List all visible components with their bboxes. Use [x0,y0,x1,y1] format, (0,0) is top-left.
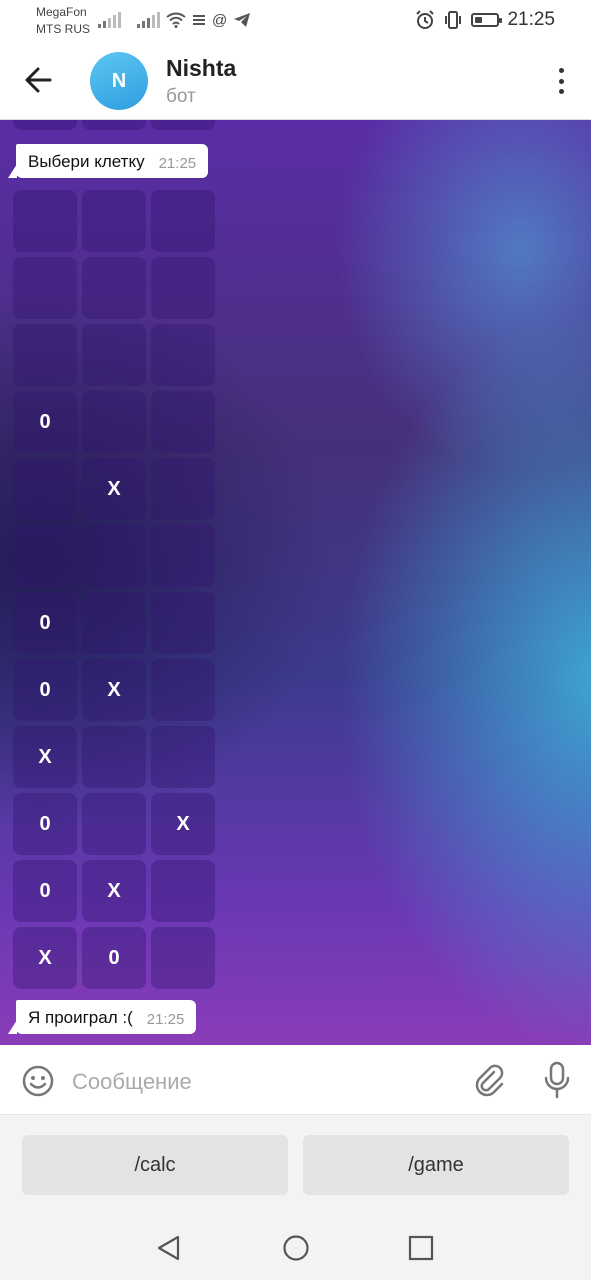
board-cell[interactable] [151,190,215,252]
calc-command-button[interactable]: /calc [22,1135,288,1195]
signal-icon [137,12,160,28]
battery-icon [471,13,503,27]
board-cell[interactable]: X [13,927,77,989]
signal-icon [98,12,121,28]
board-cell[interactable]: 0 [13,659,77,721]
inline-keyboard-board: 0X00XX0X0XX0 [13,190,215,989]
back-arrow-icon[interactable] [20,62,56,98]
nav-back-icon[interactable] [154,1233,184,1263]
chat-header: N Nishta бот [0,40,591,120]
wifi-icon [166,12,186,28]
chat-subtitle: бот [166,86,196,107]
board-cell[interactable] [151,391,215,453]
board-cell[interactable]: 0 [13,391,77,453]
board-cell[interactable]: X [82,458,146,520]
avatar-letter: N [111,69,127,92]
status-time: 21:25 [507,9,555,30]
chat-title[interactable]: Nishta [166,55,236,82]
board-cell[interactable]: X [151,793,215,855]
status-icons-left: @ [98,10,251,30]
board-cell[interactable] [13,190,77,252]
message-input[interactable] [70,1063,454,1101]
board-cell[interactable]: X [82,860,146,922]
board-cell[interactable]: 0 [13,592,77,654]
message-text: Выбери клетку [28,152,145,171]
board-cell[interactable]: 0 [13,860,77,922]
game-command-button[interactable]: /game [303,1135,569,1195]
carrier-2: MTS RUS [36,22,90,36]
message-text: Я проиграл :( [28,1008,133,1027]
board-cell[interactable] [151,257,215,319]
at-icon: @ [212,11,228,29]
carrier-1: MegaFon [36,5,87,19]
system-navigation-bar [0,1215,591,1280]
chat-area[interactable]: Выбери клетку 21:25 0X00XX0X0XX0 Я проиг… [0,120,591,1045]
prev-board-partial [13,120,215,130]
bot-reply-keyboard: /calc /game [0,1115,591,1215]
board-cell[interactable] [13,324,77,386]
board-cell[interactable] [151,860,215,922]
board-cell[interactable] [151,120,215,130]
message-time: 21:25 [158,155,197,172]
message-composer [0,1045,591,1115]
alarm-icon [416,10,435,29]
board-cell[interactable] [82,324,146,386]
board-cell[interactable] [82,793,146,855]
board-cell[interactable] [13,525,77,587]
board-cell[interactable]: X [82,659,146,721]
board-cell[interactable] [82,257,146,319]
board-cell[interactable] [82,525,146,587]
board-cell[interactable] [13,458,77,520]
board-cell[interactable] [13,257,77,319]
board-cell[interactable]: 0 [82,927,146,989]
telegram-icon [234,13,251,27]
status-bar: MegaFon MTS RUS @ 21:25 [0,0,591,40]
vibrate-icon [445,11,462,29]
board-cell[interactable] [82,120,146,130]
board-cell[interactable] [82,592,146,654]
board-cell[interactable] [151,659,215,721]
board-cell[interactable] [82,391,146,453]
board-cell[interactable] [151,927,215,989]
board-cell[interactable] [82,190,146,252]
board-cell[interactable] [151,726,215,788]
board-cell[interactable] [151,592,215,654]
carrier-names: MegaFon MTS RUS [36,4,90,38]
board-cell[interactable] [151,324,215,386]
board-cell[interactable]: 0 [13,793,77,855]
board-cell[interactable] [151,458,215,520]
message-bubble: Я проиграл :( 21:25 [7,1000,197,1034]
board-cell[interactable]: X [13,726,77,788]
nav-home-icon[interactable] [281,1233,311,1263]
status-icons-right: 21:25 [415,9,555,31]
more-menu-icon[interactable] [557,68,565,94]
board-cell[interactable] [151,525,215,587]
microphone-icon[interactable] [542,1061,572,1099]
menu-lines-icon [193,15,205,25]
message-bubble: Выбери клетку 21:25 [7,144,209,178]
emoji-icon[interactable] [22,1065,54,1097]
board-cell[interactable] [82,726,146,788]
avatar[interactable]: N [90,52,148,110]
attach-icon[interactable] [472,1063,506,1097]
board-cell[interactable] [13,120,77,130]
nav-recents-icon[interactable] [406,1233,436,1263]
message-time: 21:25 [146,1011,185,1028]
